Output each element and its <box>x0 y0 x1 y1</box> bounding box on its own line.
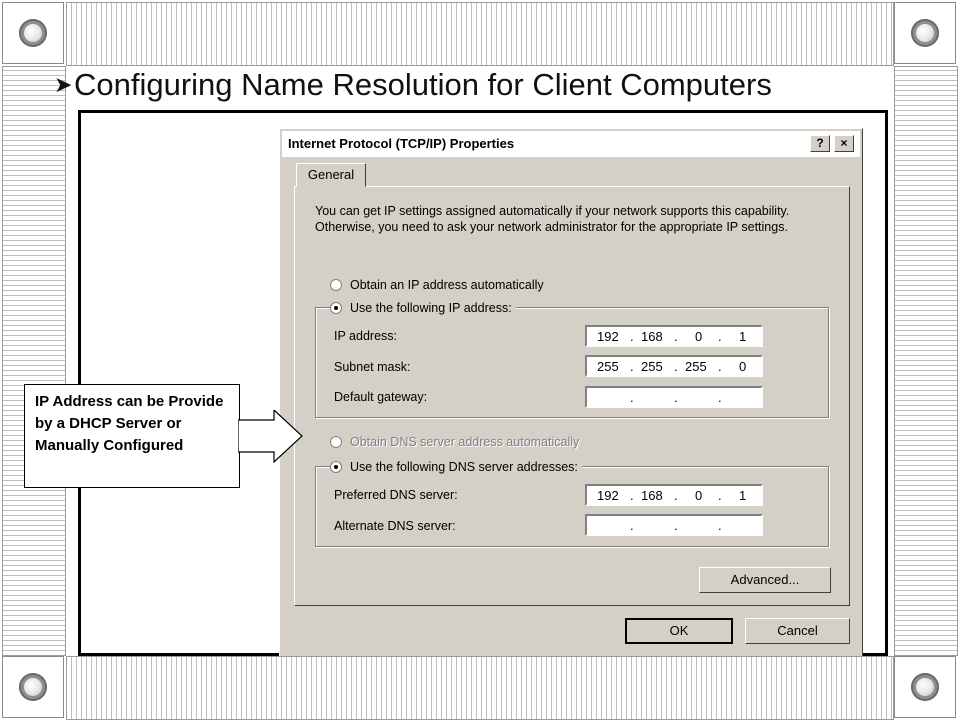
slide-title-text: Configuring Name Resolution for Client C… <box>74 67 772 102</box>
frame-bottom-band <box>66 656 894 720</box>
frame-corner-ring-icon <box>2 2 64 64</box>
dialog-titlebar[interactable]: Internet Protocol (TCP/IP) Properties ? … <box>282 131 860 157</box>
frame-top-band <box>66 2 894 66</box>
mask-octet-4: 0 <box>739 359 747 374</box>
tab-general[interactable]: General <box>296 163 366 187</box>
subnet-mask-input[interactable]: 255 . 255 . 255 . 0 <box>585 355 763 377</box>
radio-obtain-ip-auto[interactable]: Obtain an IP address automatically <box>330 277 548 293</box>
slide-title: ➤Configuring Name Resolution for Client … <box>54 66 772 104</box>
frame-corner-ring-icon <box>2 656 64 718</box>
advanced-button[interactable]: Advanced... <box>699 567 831 593</box>
callout-text: IP Address can be Provide by a DHCP Serv… <box>35 393 224 454</box>
ip-octet-4: 1 <box>739 329 747 344</box>
frame-right-band <box>894 66 958 656</box>
callout-arrow-icon <box>238 410 303 464</box>
radio-use-ip-label: Use the following IP address: <box>350 301 512 315</box>
alternate-dns-label: Alternate DNS server: <box>334 519 456 533</box>
preferred-dns-input[interactable]: 192 . 168 . 0 . 1 <box>585 484 763 506</box>
radio-obtain-ip-auto-label: Obtain an IP address automatically <box>350 278 544 292</box>
preferred-dns-label: Preferred DNS server: <box>334 488 458 502</box>
help-button[interactable]: ? <box>810 135 830 152</box>
dialog-description: You can get IP settings assigned automat… <box>315 204 790 234</box>
frame-corner-ring-icon <box>894 2 956 64</box>
dns1-octet-3: 0 <box>695 488 703 503</box>
ok-button[interactable]: OK <box>625 618 733 644</box>
ip-address-label: IP address: <box>334 329 398 343</box>
tcpip-properties-dialog: Internet Protocol (TCP/IP) Properties ? … <box>279 128 863 656</box>
radio-icon <box>330 302 342 314</box>
default-gateway-label: Default gateway: <box>334 390 428 404</box>
dns1-octet-1: 192 <box>597 488 619 503</box>
default-gateway-input[interactable]: . . . <box>585 386 763 408</box>
alternate-dns-input[interactable]: . . . <box>585 514 763 536</box>
arrow-bullet-icon: ➤ <box>54 72 73 97</box>
ip-address-input[interactable]: 192 . 168 . 0 . 1 <box>585 325 763 347</box>
dns1-octet-4: 1 <box>739 488 747 503</box>
radio-icon <box>330 279 342 291</box>
close-icon: × <box>840 136 848 150</box>
radio-use-ip[interactable]: Use the following IP address: <box>330 300 516 316</box>
ip-octet-3: 0 <box>695 329 703 344</box>
callout-box: IP Address can be Provide by a DHCP Serv… <box>24 384 240 488</box>
radio-obtain-dns-auto[interactable]: Obtain DNS server address automatically <box>330 434 584 450</box>
radio-use-dns[interactable]: Use the following DNS server addresses: <box>330 459 582 475</box>
radio-obtain-dns-auto-label: Obtain DNS server address automatically <box>350 435 580 449</box>
dns1-octet-2: 168 <box>641 488 663 503</box>
cancel-button[interactable]: Cancel <box>745 618 850 644</box>
ip-octet-2: 168 <box>641 329 663 344</box>
frame-corner-ring-icon <box>894 656 956 718</box>
close-button[interactable]: × <box>834 135 854 152</box>
subnet-mask-label: Subnet mask: <box>334 360 411 374</box>
mask-octet-1: 255 <box>597 359 619 374</box>
radio-use-dns-label: Use the following DNS server addresses: <box>350 460 578 474</box>
mask-octet-2: 255 <box>641 359 663 374</box>
radio-icon <box>330 436 342 448</box>
frame-left-band <box>2 66 66 656</box>
radio-icon <box>330 461 342 473</box>
ip-octet-1: 192 <box>597 329 619 344</box>
mask-octet-3: 255 <box>685 359 707 374</box>
dialog-title: Internet Protocol (TCP/IP) Properties <box>288 136 515 151</box>
help-icon: ? <box>816 136 824 150</box>
